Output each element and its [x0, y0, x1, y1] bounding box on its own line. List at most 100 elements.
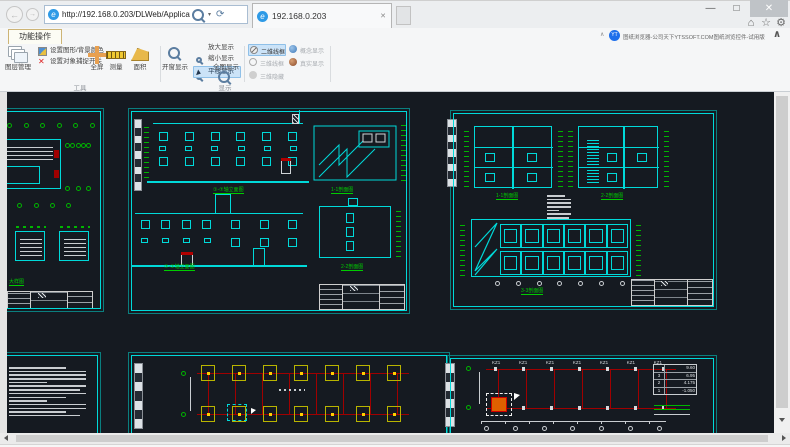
- close-icon: ✕: [765, 3, 773, 14]
- layer-manager-button[interactable]: 图层管理: [0, 64, 36, 71]
- title-block-col: [31, 292, 68, 308]
- section-cell: [527, 153, 537, 162]
- realistic-label: 真实显示: [300, 59, 324, 68]
- close-button[interactable]: ✕: [750, 0, 788, 17]
- stair-bay-svg: [473, 221, 499, 277]
- scroll-down-icon[interactable]: [779, 418, 785, 422]
- title-block-col: [688, 280, 712, 305]
- window-row: [141, 238, 211, 243]
- green-dim-stack: [568, 129, 573, 187]
- door: [253, 248, 265, 266]
- green-dim-stack: [460, 222, 465, 276]
- footing-row: [201, 365, 401, 381]
- vertical-scrollbar[interactable]: [774, 92, 790, 433]
- new-tab-button[interactable]: [396, 6, 411, 25]
- title-block-logo: [350, 286, 358, 291]
- refresh-icon[interactable]: ⟳: [216, 9, 224, 20]
- addon-notification-text: 图纸浏览器-公司天下YTSSOFT.COM图纸浏览控件-试用版: [623, 33, 769, 41]
- cell: [654, 365, 665, 372]
- elevation-top-caption: ①-⑦轴立面图: [213, 187, 244, 194]
- address-dropdown-icon[interactable]: ▾: [208, 11, 211, 18]
- selection-highlight: [227, 404, 247, 421]
- zoom-out-button[interactable]: 缩小显示: [208, 54, 234, 64]
- section-cell: [607, 173, 617, 182]
- browser-tab[interactable]: e 192.168.0.203 ✕: [252, 3, 392, 28]
- measure-button[interactable]: 测量: [104, 64, 128, 71]
- ribbon-tab-function[interactable]: 功能操作: [8, 29, 62, 44]
- column-labels: KZ1 KZ1 KZ1 KZ1 KZ1 KZ1 KZ1: [492, 360, 662, 365]
- url-input[interactable]: [62, 10, 190, 19]
- title-block-col: [8, 292, 31, 308]
- fullscreen-icon: [88, 46, 106, 64]
- fit-view-button[interactable]: 全图显示: [208, 64, 244, 71]
- vertical-scrollbar-thumb[interactable]: [776, 96, 788, 408]
- forward-button[interactable]: →: [26, 8, 39, 21]
- section-cell: [346, 213, 354, 223]
- sheet-column-plan: KZ1 KZ1 KZ1 KZ1 KZ1 KZ1 KZ1 柱平面布置图 9.60 …: [447, 355, 717, 433]
- cursor-arrow: [251, 408, 256, 414]
- title-block-logo: [661, 281, 668, 286]
- area-button[interactable]: 面积: [128, 64, 152, 71]
- ie-page-icon: e: [48, 9, 59, 20]
- grid-bubble-row: [495, 281, 625, 286]
- page-shape: [14, 52, 28, 63]
- scroll-right-icon[interactable]: [782, 435, 786, 441]
- kiosk: [281, 158, 291, 174]
- address-bar[interactable]: e ▾ ⟳: [44, 5, 248, 24]
- title-block-col: [380, 285, 404, 309]
- red-mark: [54, 150, 59, 158]
- maximize-icon: □: [733, 3, 739, 14]
- title-block-col: [343, 285, 380, 309]
- section-cell: [346, 227, 354, 237]
- visual-style-realistic[interactable]: 真实显示: [288, 57, 326, 69]
- section-2: [578, 126, 658, 188]
- scroll-left-icon[interactable]: [4, 435, 8, 441]
- minimize-button[interactable]: —: [698, 0, 723, 17]
- sheet-sections: 1-1剖面图 2-2剖面图: [450, 110, 717, 310]
- dim-line: [190, 377, 191, 411]
- selected-column: [491, 397, 507, 412]
- axis-bubble-grid: [65, 143, 91, 191]
- cad-canvas[interactable]: 大样图 ①-⑦轴立面图: [7, 92, 774, 433]
- zoom-in-button[interactable]: 放大显示: [208, 43, 234, 53]
- grid-bubble-row: [484, 426, 662, 431]
- detail-drawing: [59, 231, 89, 261]
- horizontal-scrollbar[interactable]: [0, 433, 790, 444]
- floor-line: [579, 167, 659, 168]
- margin-scale-bar: [134, 363, 143, 429]
- visual-style-3d-hidden[interactable]: 三维隐藏: [248, 70, 286, 82]
- long-section: [471, 219, 631, 277]
- horizontal-scrollbar-thumb[interactable]: [16, 435, 768, 442]
- table-row: 9.60: [654, 365, 696, 373]
- kz-label: KZ1: [492, 360, 500, 365]
- window-row: [141, 220, 211, 229]
- kz-label: KZ1: [600, 360, 608, 365]
- tab-close-icon[interactable]: ✕: [380, 12, 386, 20]
- axis-bubble: [181, 371, 187, 376]
- ribbon-collapse-icon[interactable]: ∧: [773, 29, 781, 40]
- title-block: [319, 284, 405, 310]
- kiosk-red-roof: [281, 158, 291, 161]
- kz-label: KZ1: [627, 360, 635, 365]
- grid-lines-red: [498, 369, 668, 408]
- dim-text-marks: [279, 389, 305, 391]
- back-button[interactable]: ←: [6, 6, 23, 23]
- section-cell: [485, 153, 495, 162]
- small-section-caption: 2-2剖面图: [341, 264, 363, 271]
- window-row: [231, 238, 297, 247]
- green-dim: [60, 226, 90, 228]
- green-dim-stack: [464, 129, 469, 187]
- wireframe-3d-label: 三维线框: [260, 59, 284, 68]
- visual-style-concept[interactable]: 概念显示: [288, 44, 326, 56]
- visual-style-2d-wireframe[interactable]: 二维线框: [248, 44, 286, 56]
- window-frame-edge: [0, 92, 7, 447]
- tab-favicon: e: [257, 11, 268, 22]
- maximize-button[interactable]: □: [724, 0, 749, 17]
- title-block-logo: [38, 293, 46, 298]
- group-separator: [330, 46, 331, 82]
- window-display-button[interactable]: 开窗显示: [158, 64, 192, 71]
- section-cell: [527, 173, 537, 182]
- search-icon[interactable]: [192, 9, 204, 21]
- kz-label: KZ1: [546, 360, 554, 365]
- visual-style-3d-wireframe[interactable]: 三维线框: [248, 57, 286, 69]
